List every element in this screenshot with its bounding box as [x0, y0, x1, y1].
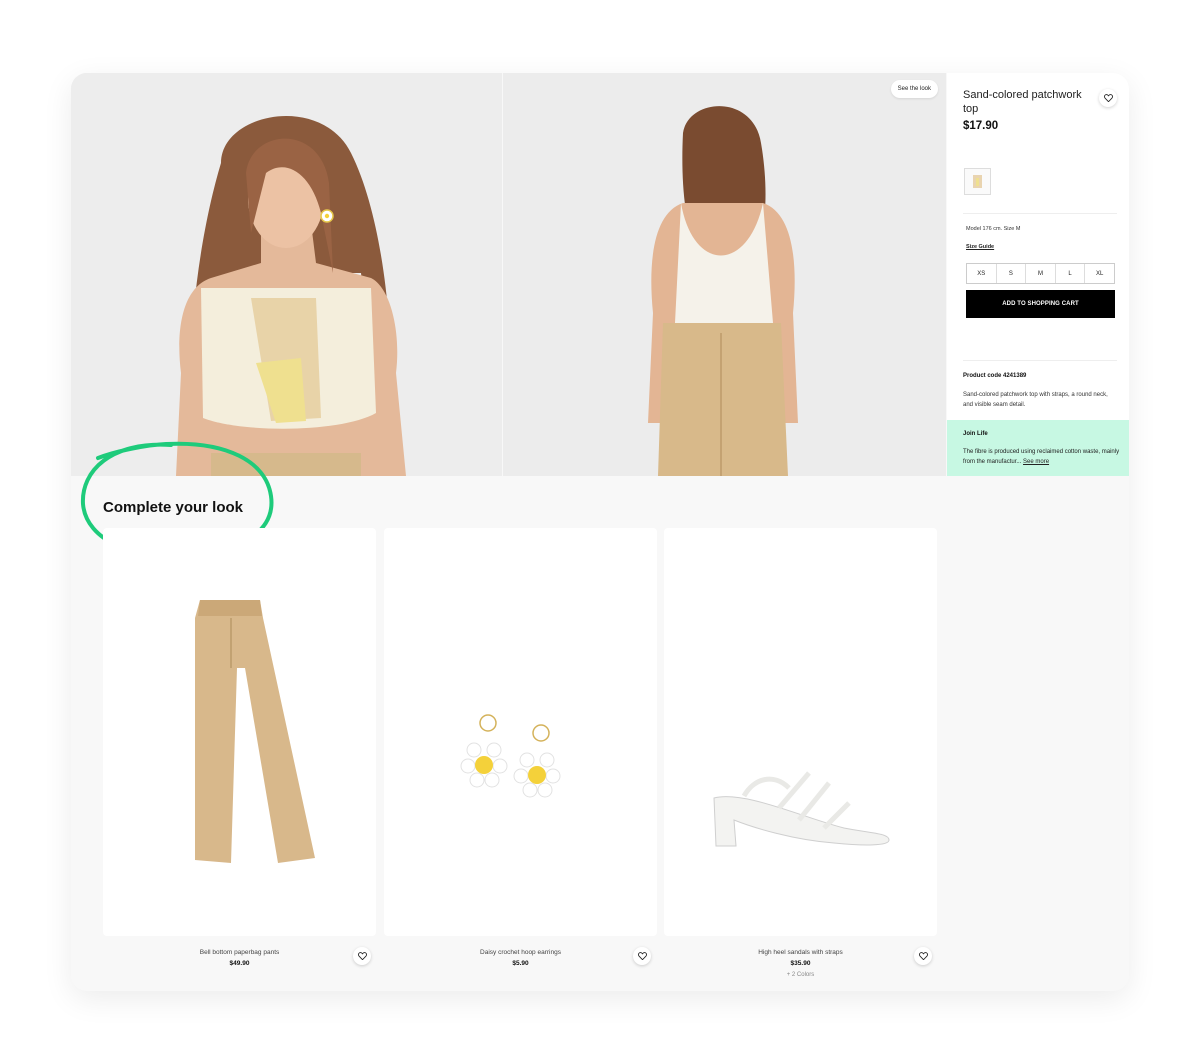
recommendation-price: $35.90: [790, 960, 811, 967]
join-life-title: Join Life: [963, 431, 988, 437]
divider: [963, 213, 1117, 214]
recommendation-price: $5.90: [512, 960, 529, 967]
size-option-s[interactable]: S: [997, 264, 1027, 283]
product-page-frame: See the look Sand-colored patchwork top …: [71, 73, 1129, 991]
heart-icon: [1103, 94, 1113, 102]
size-option-xs[interactable]: XS: [967, 264, 997, 283]
product-description: Sand-colored patchwork top with straps, …: [963, 392, 1108, 408]
size-selector: XS S M L XL: [966, 263, 1115, 284]
earrings-image: [460, 714, 561, 798]
favorite-button[interactable]: [914, 947, 932, 965]
product-code: Product code 4241389: [963, 373, 1027, 379]
heart-icon: [637, 952, 647, 960]
recommendation-price: $49.90: [229, 960, 250, 967]
recommendation-colors[interactable]: + 2 Colors: [664, 972, 937, 978]
complete-look-title: Complete your look: [103, 499, 244, 516]
product-details-panel: Sand-colored patchwork top $17.90 Model …: [947, 73, 1129, 476]
join-life-banner: Join Life The fibre is produced using re…: [947, 420, 1129, 476]
size-guide-link[interactable]: Size Guide: [966, 244, 994, 250]
join-life-text: The fibre is produced using reclaimed co…: [963, 449, 1120, 465]
favorite-button[interactable]: [353, 947, 371, 965]
recommendation-name[interactable]: Bell bottom paperbag pants: [103, 949, 376, 956]
size-option-l[interactable]: L: [1056, 264, 1086, 283]
see-the-look-button[interactable]: See the look: [890, 80, 938, 98]
recommendation-card-pants[interactable]: [103, 528, 376, 936]
recommendation-name[interactable]: Daisy crochet hoop earrings: [384, 949, 657, 956]
size-option-xl[interactable]: XL: [1085, 264, 1114, 283]
heart-icon: [918, 952, 928, 960]
product-price: $17.90: [963, 120, 999, 132]
favorite-button[interactable]: [633, 947, 651, 965]
sandals-image: [713, 771, 890, 847]
favorite-button[interactable]: [1099, 89, 1117, 107]
divider: [963, 360, 1117, 361]
heart-icon: [357, 952, 367, 960]
see-more-link[interactable]: See more: [1023, 459, 1049, 465]
recommendation-card-sandals[interactable]: [664, 528, 937, 936]
recommendation-name[interactable]: High heel sandals with straps: [664, 949, 937, 956]
recommendation-card-earrings[interactable]: [384, 528, 657, 936]
pants-image: [195, 600, 315, 863]
size-option-m[interactable]: M: [1026, 264, 1056, 283]
color-swatch[interactable]: [964, 168, 991, 195]
product-title: Sand-colored patchwork top: [963, 89, 1082, 115]
model-info: Model 176 cm. Size M: [966, 226, 1021, 232]
product-image-back[interactable]: See the look: [503, 73, 946, 476]
add-to-cart-button[interactable]: ADD TO SHOPPING CART: [966, 290, 1115, 318]
product-image-front[interactable]: [71, 73, 502, 476]
